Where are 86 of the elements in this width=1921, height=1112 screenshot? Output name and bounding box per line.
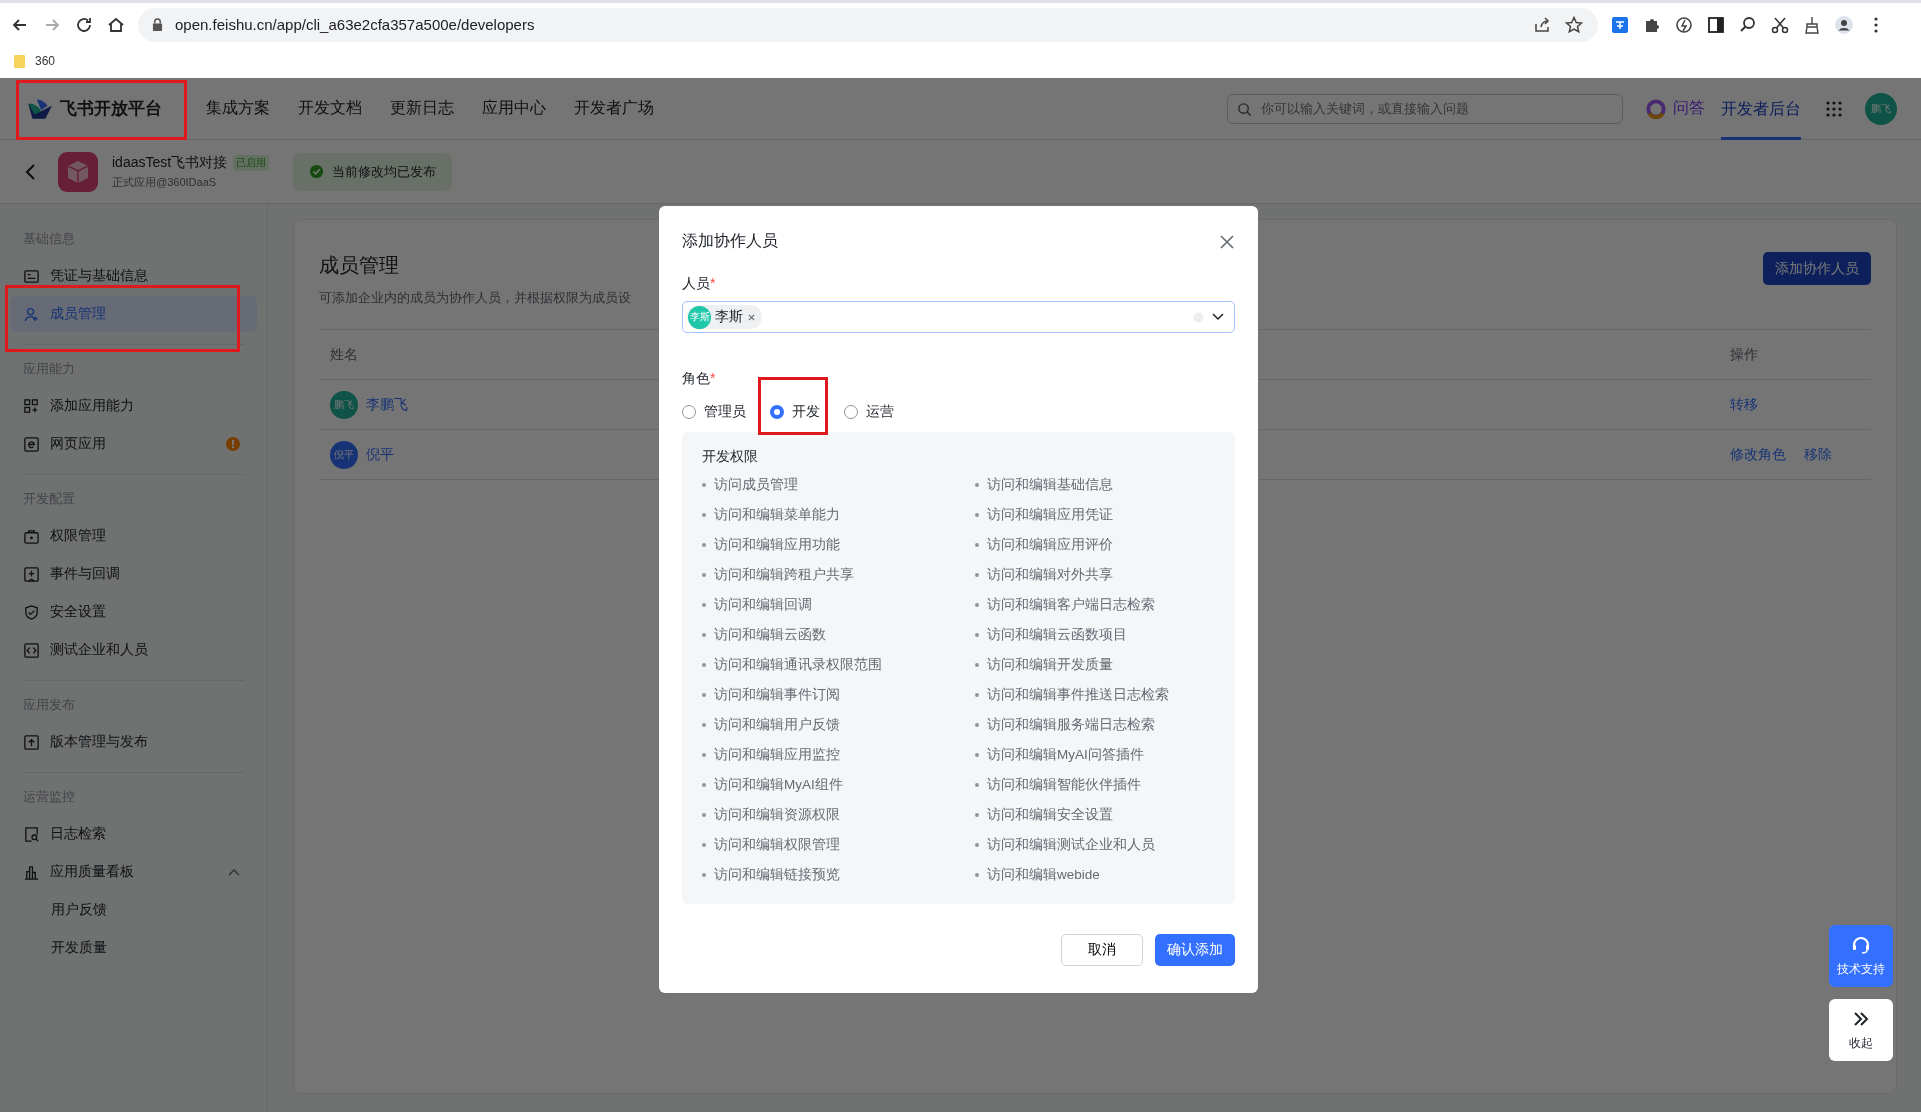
page-title: 成员管理 [319, 253, 400, 278]
permission-item: 访问和编辑事件推送日志检索 [987, 686, 1169, 704]
permission-item: 访问和编辑云函数项目 [987, 626, 1127, 644]
permission-item: 访问和编辑智能伙伴插件 [987, 776, 1141, 794]
publish-status-text: 当前修改均已发布 [332, 162, 437, 181]
permission-item: 访问和编辑应用凭证 [987, 506, 1113, 524]
collapse-button[interactable]: 收起 [1829, 999, 1893, 1061]
permission-item: 访问和编辑链接预览 [714, 866, 840, 884]
row-action-link[interactable]: 移除 [1804, 445, 1832, 464]
sidebar-item[interactable]: 权限管理 [10, 518, 257, 554]
sidebar-item[interactable]: 日志检索 [10, 816, 257, 852]
dialog-title: 添加协作人员 [682, 231, 778, 251]
column-header: 姓名 [330, 345, 358, 364]
nav-link[interactable]: 应用中心 [482, 98, 546, 119]
member-name-link[interactable]: 李鹏飞 [366, 395, 408, 414]
member-avatar: 鹏飞 [330, 390, 358, 419]
permission-item: 访问成员管理 [714, 476, 798, 494]
logo-text[interactable]: 飞书开放平台 [60, 97, 162, 120]
sidebar-item[interactable]: 测试企业和人员 [10, 632, 257, 668]
permission-item: 访问和编辑MyAI问答插件 [987, 746, 1144, 764]
permission-item: 访问和编辑应用评价 [987, 536, 1113, 554]
permission-item: 访问和编辑回调 [714, 596, 812, 614]
permission-item: 访问和编辑开发质量 [987, 656, 1113, 674]
column-header: 操作 [1730, 345, 1759, 364]
user-avatar[interactable]: 鹏飞 [1865, 92, 1897, 125]
support-button[interactable]: 技术支持 [1829, 925, 1893, 987]
role-label[interactable]: 运营 [866, 403, 894, 421]
member-avatar: 倪平 [330, 440, 358, 469]
permission-item: 访问和编辑权限管理 [714, 836, 840, 854]
nav-link[interactable]: 开发文档 [298, 98, 362, 119]
role-label[interactable]: 管理员 [704, 403, 746, 421]
permission-item: 访问和编辑客户端日志检索 [987, 596, 1155, 614]
permission-item: 访问和编辑webide [987, 866, 1100, 884]
app-name: idaasTest飞书对接 [112, 153, 228, 172]
confirm-add-button[interactable]: 确认添加 [1155, 934, 1235, 966]
bookmark-link[interactable]: 360 [35, 54, 56, 68]
permission-item: 访问和编辑安全设置 [987, 806, 1113, 824]
sidebar-subitem[interactable]: 开发质量 [10, 930, 257, 966]
permission-item: 访问和编辑云函数 [714, 626, 826, 644]
permission-item: 访问和编辑服务端日志检索 [987, 716, 1155, 734]
sidebar-item[interactable]: 添加应用能力 [10, 388, 257, 424]
sidebar-item[interactable]: 应用质量看板 [10, 854, 257, 890]
add-collaborator-button[interactable]: 添加协作人员 [1763, 252, 1871, 285]
sidebar-item[interactable]: 凭证与基础信息 [10, 258, 257, 294]
role-label[interactable]: 开发 [792, 403, 820, 421]
row-action-link[interactable]: 修改角色 [1730, 445, 1786, 464]
permission-item: 访问和编辑MyAI组件 [714, 776, 843, 794]
person-name: 李斯 [715, 308, 743, 326]
permission-item: 访问和编辑事件订阅 [714, 686, 840, 704]
sidebar-item[interactable]: 网页应用 [10, 426, 257, 462]
field-label: 人员 [682, 275, 710, 293]
permission-item: 访问和编辑菜单能力 [714, 506, 840, 524]
person-tag[interactable]: 李斯 李斯 [687, 305, 762, 329]
permission-item: 访问和编辑用户反馈 [714, 716, 840, 734]
sidebar-item[interactable]: 成员管理 [10, 296, 257, 332]
permission-item: 访问和编辑通讯录权限范围 [714, 656, 882, 674]
required-mark: * [710, 275, 716, 293]
url-text: open.feishu.cn/app/cli_a63e2cfa357a500e/developers [175, 16, 535, 33]
permission-item: 访问和编辑对外共享 [987, 566, 1113, 584]
sidebar-item[interactable]: 版本管理与发布 [10, 724, 257, 760]
row-action-link[interactable]: 转移 [1730, 395, 1758, 414]
address-bar[interactable]: open.feishu.cn/app/cli_a63e2cfa357a500e/developers [138, 7, 1598, 42]
page-description: 可添加企业内的成员为协作人员，并根据权限为成员设 [319, 289, 631, 307]
sidebar-item[interactable]: 事件与回调 [10, 556, 257, 592]
permission-item: 访问和编辑资源权限 [714, 806, 840, 824]
sidebar-subitem[interactable]: 用户反馈 [10, 892, 257, 928]
nav-link[interactable]: 更新日志 [390, 98, 454, 119]
permission-item: 访问和编辑测试企业和人员 [987, 836, 1155, 854]
permissions-title: 开发权限 [702, 448, 759, 466]
status-tag: 已启用 [233, 154, 270, 171]
permission-item: 访问和编辑跨租户共享 [714, 566, 854, 584]
cancel-button[interactable]: 取消 [1061, 934, 1143, 966]
permission-item: 访问和编辑应用监控 [714, 746, 840, 764]
nav-link[interactable]: 集成方案 [206, 98, 270, 119]
person-select[interactable]: 李斯 李斯 [682, 301, 1235, 333]
qa-link[interactable]: 问答 [1673, 98, 1705, 119]
field-label: 角色 [682, 370, 710, 388]
sidebar-item[interactable]: 安全设置 [10, 594, 257, 630]
permission-item: 访问和编辑应用功能 [714, 536, 840, 554]
nav-link[interactable]: 开发者广场 [574, 98, 654, 119]
search-field[interactable]: 你可以输入关键词，或直接输入问题 [1227, 93, 1623, 124]
member-name-link[interactable]: 倪平 [366, 445, 394, 464]
required-mark: * [710, 370, 716, 388]
person-avatar: 李斯 [688, 305, 711, 329]
app-subtitle: 正式应用@360IDaaS [112, 174, 218, 190]
permission-item: 访问和编辑基础信息 [987, 476, 1113, 494]
